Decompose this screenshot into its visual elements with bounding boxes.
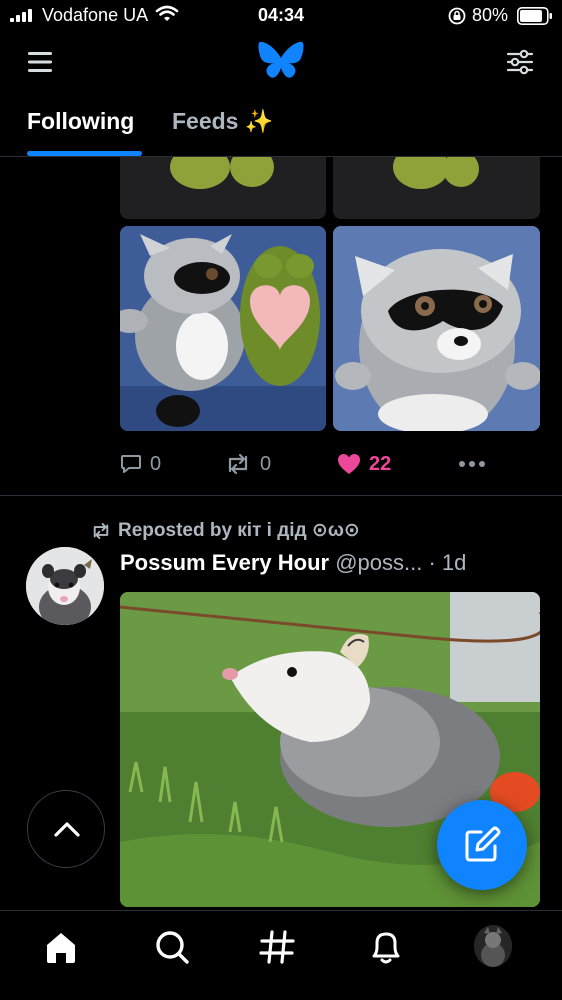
repost-button[interactable]: 0	[224, 447, 271, 481]
hashtag-icon[interactable]	[257, 927, 297, 967]
post-image-crochet-raccoon[interactable]	[333, 226, 540, 431]
repost-small-icon	[93, 522, 109, 539]
bottom-navigation	[0, 910, 562, 1000]
home-icon[interactable]	[41, 927, 81, 967]
post-header: Possum Every Hour @poss... · 1d	[120, 550, 466, 576]
feed-settings-icon[interactable]	[506, 48, 534, 76]
avatar[interactable]	[26, 547, 104, 625]
reply-count: 0	[150, 452, 162, 475]
bluesky-butterfly-logo[interactable]	[258, 40, 304, 82]
bell-icon[interactable]	[366, 927, 406, 967]
scroll-to-top-button[interactable]	[27, 790, 105, 868]
post-actions: 0 0 22	[0, 447, 562, 481]
post-image-crochet-frog-2[interactable]	[333, 157, 540, 219]
post-image-crochet-raccoon-and-frog[interactable]	[120, 226, 326, 431]
search-icon[interactable]	[152, 927, 192, 967]
active-tab-indicator	[27, 151, 142, 156]
reply-button[interactable]: 0	[120, 447, 161, 481]
post-timestamp: · 1d	[428, 550, 467, 575]
repost-icon	[228, 453, 248, 475]
post-divider	[0, 495, 562, 496]
compose-icon	[465, 826, 501, 862]
author-handle[interactable]: @poss...	[335, 550, 422, 575]
feed-tabs: Following Feeds ✨	[0, 100, 562, 157]
status-bar: Vodafone UA 04:34 80%	[0, 0, 562, 32]
more-dots-icon	[459, 461, 485, 467]
battery-percentage: 80%	[472, 5, 509, 25]
heart-filled-icon	[338, 454, 360, 474]
repost-label: Reposted by кіт і дід ⊙ω⊙	[118, 520, 360, 541]
more-options-button[interactable]	[458, 447, 486, 481]
like-button[interactable]: 22	[337, 447, 391, 481]
repost-count: 0	[260, 452, 272, 475]
like-count: 22	[369, 452, 392, 475]
menu-icon[interactable]	[26, 50, 54, 74]
repost-attribution[interactable]: Reposted by кіт і дід ⊙ω⊙	[90, 519, 360, 542]
tab-following[interactable]: Following	[27, 108, 134, 135]
chevron-up-icon	[54, 822, 80, 837]
author-name[interactable]: Possum Every Hour	[120, 550, 329, 575]
tab-feeds[interactable]: Feeds ✨	[172, 108, 274, 135]
post-image-crochet-frog-1[interactable]	[120, 157, 326, 219]
orientation-lock-icon	[448, 7, 466, 25]
profile-avatar[interactable]	[474, 925, 512, 967]
battery-icon	[517, 7, 552, 25]
compose-post-button[interactable]	[437, 800, 527, 890]
reply-icon	[121, 455, 141, 473]
